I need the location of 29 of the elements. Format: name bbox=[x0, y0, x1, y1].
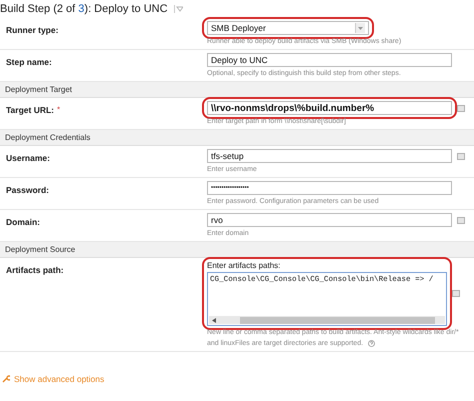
field-label: Domain: bbox=[6, 217, 40, 227]
parameters-icon[interactable] bbox=[457, 152, 465, 160]
scroll-left-icon[interactable] bbox=[212, 318, 216, 322]
field-label: Runner type: bbox=[6, 25, 58, 35]
help-icon[interactable] bbox=[368, 340, 376, 347]
wrench-icon bbox=[2, 375, 10, 383]
horizontal-scrollbar[interactable] bbox=[209, 316, 445, 324]
page-title: Build Step (2 of 3): Deploy to UNC bbox=[0, 3, 168, 15]
caret-icon bbox=[355, 23, 365, 33]
parameters-icon[interactable] bbox=[457, 216, 465, 224]
field-label: Target URL: bbox=[6, 105, 54, 115]
parameters-icon[interactable] bbox=[457, 104, 465, 112]
text-field[interactable]: tfs-setup bbox=[207, 149, 452, 163]
text-field[interactable]: rvo bbox=[207, 213, 452, 227]
text-field[interactable]: Deploy to UNC bbox=[207, 53, 452, 67]
section-header: Deployment Target bbox=[0, 82, 474, 98]
section-header: Deployment Credentials bbox=[0, 130, 474, 146]
field-label: Password: bbox=[6, 185, 49, 195]
field-caption: Enter artifacts paths: bbox=[207, 261, 282, 270]
runner-select[interactable]: SMB Deployer bbox=[207, 21, 369, 35]
field-label: Username: bbox=[6, 153, 50, 163]
section-header: Deployment Source bbox=[0, 242, 474, 258]
field-label: Artifacts path: bbox=[6, 265, 64, 275]
field-label: Step name: bbox=[6, 57, 52, 67]
step-link[interactable]: 3 bbox=[78, 3, 84, 15]
dropdown-icon[interactable] bbox=[174, 5, 183, 13]
url-field[interactable]: \\rvo-nonms\drops\%build.number% bbox=[207, 101, 452, 115]
parameters-icon[interactable] bbox=[452, 290, 460, 297]
required-mark: * bbox=[57, 105, 60, 114]
